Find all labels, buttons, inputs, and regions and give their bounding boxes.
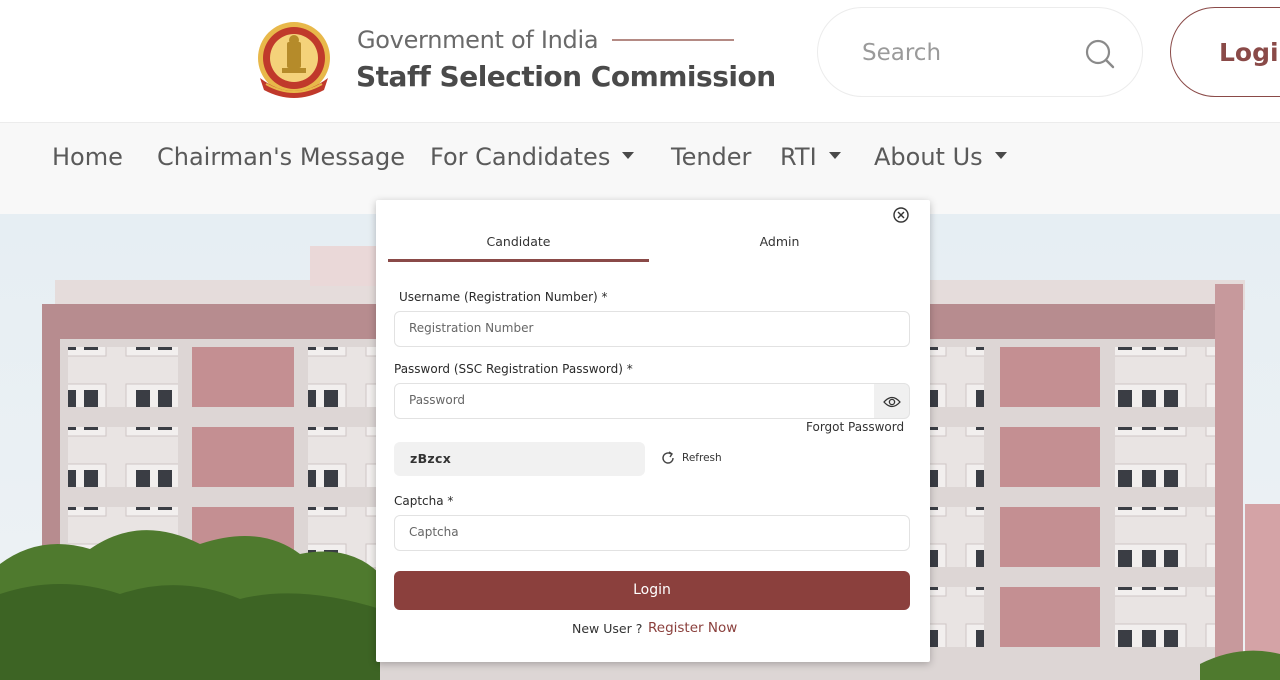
tab-admin[interactable]: Admin <box>649 234 910 249</box>
decorative-divider <box>612 39 734 41</box>
captcha-label: Captcha * <box>394 494 454 508</box>
nav-item-label: For Candidates <box>430 143 611 171</box>
refresh-label: Refresh <box>682 452 722 464</box>
search-input[interactable] <box>862 36 1072 70</box>
password-field-box <box>394 383 875 419</box>
username-label: Username (Registration Number) * <box>399 290 608 304</box>
nav-item-chairmans-message[interactable]: Chairman's Message <box>157 143 405 171</box>
show-password-toggle[interactable] <box>874 383 910 419</box>
nav-item-label: About Us <box>874 143 983 171</box>
header-login-button[interactable]: Login <box>1170 7 1280 97</box>
close-icon[interactable] <box>892 206 910 224</box>
caret-down-icon <box>994 151 1007 159</box>
search-icon[interactable] <box>1084 38 1116 70</box>
captcha-text: zBzcx <box>410 451 452 466</box>
org-title: Staff Selection Commission <box>356 60 776 93</box>
gov-of-india-text: Government of India <box>357 26 599 54</box>
tab-candidate[interactable]: Candidate <box>388 234 649 249</box>
username-input[interactable] <box>409 321 872 335</box>
header-login-label: Login <box>1219 38 1280 67</box>
nav-item-home[interactable]: Home <box>52 143 123 171</box>
nav-item-label: Tender <box>671 143 752 171</box>
site-header: Government of India Staff Selection Comm… <box>0 0 1280 122</box>
search-box[interactable] <box>817 7 1143 97</box>
username-field-box <box>394 311 910 347</box>
caret-down-icon <box>622 151 635 159</box>
refresh-icon <box>662 451 674 464</box>
nav-item-label: Chairman's Message <box>157 143 406 171</box>
caret-down-icon <box>828 151 841 159</box>
active-tab-indicator <box>388 259 649 262</box>
register-now-link[interactable]: Register Now <box>648 620 737 636</box>
captcha-input[interactable] <box>409 525 872 539</box>
password-label: Password (SSC Registration Password) * <box>394 362 633 376</box>
nav-item-for-candidates[interactable]: For Candidates <box>430 143 635 171</box>
captcha-image: zBzcx <box>394 442 645 476</box>
new-user-text: New User ? <box>572 621 643 636</box>
nav-item-label: Home <box>52 143 123 171</box>
nav-item-label: RTI <box>780 143 817 171</box>
login-button[interactable]: Login <box>394 571 910 610</box>
eye-icon <box>883 396 901 408</box>
nav-item-tender[interactable]: Tender <box>671 143 751 171</box>
login-modal: Candidate Admin Username (Registration N… <box>376 200 930 662</box>
forgot-password-link[interactable]: Forgot Password <box>806 420 904 434</box>
nav-item-rti[interactable]: RTI <box>780 143 841 171</box>
ssc-emblem-icon <box>258 22 330 98</box>
captcha-field-box <box>394 515 910 551</box>
password-input[interactable] <box>409 393 841 407</box>
nav-item-about-us[interactable]: About Us <box>874 143 1007 171</box>
